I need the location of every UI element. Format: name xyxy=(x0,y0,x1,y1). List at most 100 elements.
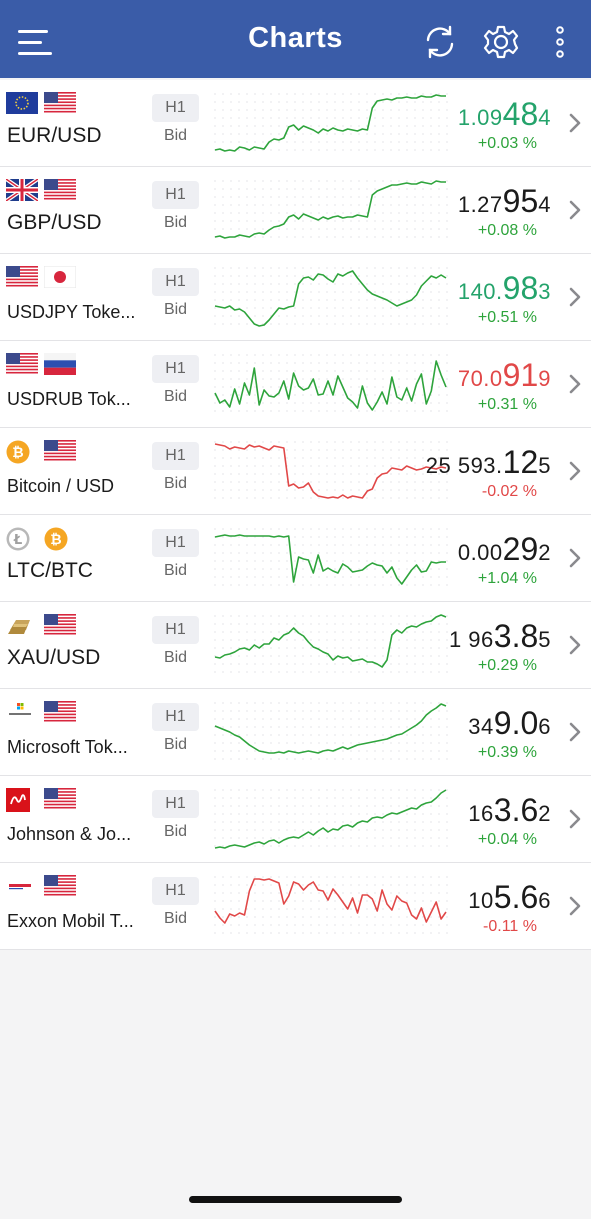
price-suffix: 5 xyxy=(538,627,551,652)
instrument-row[interactable]: Exxon Mobil T... H1 Bid 105.66 -0.11 % xyxy=(0,863,591,950)
timeframe-badge[interactable]: H1 Bid xyxy=(152,181,199,237)
svg-text:₿: ₿ xyxy=(50,532,61,548)
price-type-label: Bid xyxy=(163,736,188,753)
timeframe-badge[interactable]: H1 Bid xyxy=(152,268,199,324)
instrument-icons xyxy=(6,788,86,812)
instrument-name: GBP/USD xyxy=(7,211,102,234)
instrument-row[interactable]: XAU/USD H1 Bid 1 963.85 +0.29 % xyxy=(0,602,591,689)
timeframe-badge[interactable]: H1 Bid xyxy=(152,355,199,411)
sparkline[interactable] xyxy=(213,523,448,593)
chevron-right-icon[interactable] xyxy=(568,285,582,309)
instrument-row[interactable]: USDRUB Tok... H1 Bid 70.0919 +0.31 % xyxy=(0,341,591,428)
instrument-row[interactable]: Microsoft Tok... H1 Bid 349.06 +0.39 % xyxy=(0,689,591,776)
price-prefix: 0.00 xyxy=(457,540,503,565)
refresh-icon[interactable] xyxy=(420,22,460,62)
price-suffix: 5 xyxy=(538,453,551,478)
chevron-right-icon[interactable] xyxy=(568,459,582,483)
price-change: +0.31 % xyxy=(477,396,537,413)
price-change: +0.03 % xyxy=(477,135,537,152)
timeframe-label: H1 xyxy=(152,790,199,818)
instrument-icons xyxy=(6,701,86,725)
price-type-label: Bid xyxy=(163,475,188,492)
price-suffix: 6 xyxy=(538,888,551,913)
price-pips: 91 xyxy=(502,357,539,393)
price-pips: 3.6 xyxy=(493,792,539,828)
ru-flag-icon xyxy=(44,353,76,380)
sparkline[interactable] xyxy=(213,262,448,332)
sparkline-chart xyxy=(214,876,448,934)
instrument-row[interactable]: ₿ Bitcoin / USD H1 Bid 25 593.125 -0.02 % xyxy=(0,428,591,515)
timeframe-label: H1 xyxy=(152,703,199,731)
us-flag-icon xyxy=(44,701,76,728)
price-suffix: 4 xyxy=(538,192,551,217)
price-type-label: Bid xyxy=(163,823,188,840)
instrument-name: USDRUB Tok... xyxy=(7,389,131,409)
svg-text:Ł: Ł xyxy=(13,533,22,548)
us-flag-icon xyxy=(44,440,76,467)
price-prefix: 1.09 xyxy=(457,105,503,130)
chevron-right-icon[interactable] xyxy=(568,372,582,396)
instrument-name: Exxon Mobil T... xyxy=(7,911,134,931)
instrument-row[interactable]: Ł ₿ LTC/BTC H1 Bid 0.00292 +1.04 % xyxy=(0,515,591,602)
gold-bar-icon xyxy=(6,614,34,641)
chevron-right-icon[interactable] xyxy=(568,720,582,744)
chevron-right-icon[interactable] xyxy=(568,111,582,135)
price-value: 1.09484 xyxy=(458,96,551,133)
sparkline[interactable] xyxy=(213,175,448,245)
timeframe-badge[interactable]: H1 Bid xyxy=(152,877,199,933)
gb-flag-icon xyxy=(4,177,40,206)
sparkline[interactable] xyxy=(213,871,448,941)
timeframe-badge[interactable]: H1 Bid xyxy=(152,529,199,585)
price-change: +0.04 % xyxy=(477,831,537,848)
price-pips: 5.6 xyxy=(493,879,539,915)
price-pips: 9.0 xyxy=(493,705,539,741)
timeframe-badge[interactable]: H1 Bid xyxy=(152,442,199,498)
timeframe-label: H1 xyxy=(152,877,199,905)
gear-icon[interactable] xyxy=(481,22,521,62)
jnj-logo-icon xyxy=(6,788,30,817)
sparkline[interactable] xyxy=(213,88,448,158)
price-prefix: 70.0 xyxy=(457,366,503,391)
sparkline[interactable] xyxy=(213,349,448,419)
timeframe-label: H1 xyxy=(152,355,199,383)
timeframe-badge[interactable]: H1 Bid xyxy=(152,616,199,672)
us-flag-icon xyxy=(6,266,38,293)
timeframe-badge[interactable]: H1 Bid xyxy=(152,703,199,759)
instrument-row[interactable]: USDJPY Toke... H1 Bid 140.983 +0.51 % xyxy=(0,254,591,341)
chevron-right-icon[interactable] xyxy=(568,807,582,831)
price-change: +0.39 % xyxy=(477,744,537,761)
microsoft-logo-icon xyxy=(6,701,34,728)
instrument-name: LTC/BTC xyxy=(7,559,93,582)
home-indicator xyxy=(189,1196,402,1203)
sparkline[interactable] xyxy=(213,436,448,506)
instrument-icons xyxy=(6,92,86,116)
price-value: 1 963.85 xyxy=(449,618,551,655)
price-prefix: 1.27 xyxy=(457,192,503,217)
chevron-right-icon[interactable] xyxy=(568,198,582,222)
sparkline[interactable] xyxy=(213,610,448,680)
price-suffix: 9 xyxy=(538,366,551,391)
timeframe-badge[interactable]: H1 Bid xyxy=(152,790,199,846)
sparkline[interactable] xyxy=(213,784,448,854)
sparkline-chart xyxy=(214,789,448,849)
chevron-right-icon[interactable] xyxy=(568,546,582,570)
price-prefix: 34 xyxy=(468,714,494,739)
price-suffix: 2 xyxy=(538,801,551,826)
sparkline-chart xyxy=(214,441,448,499)
sparkline-chart xyxy=(214,354,448,412)
us-flag-icon xyxy=(44,92,76,119)
instrument-row[interactable]: GBP/USD H1 Bid 1.27954 +0.08 % xyxy=(0,167,591,254)
sparkline-chart xyxy=(214,614,448,673)
instrument-icons xyxy=(6,875,86,899)
instrument-row[interactable]: EUR/USD H1 Bid 1.09484 +0.03 % xyxy=(0,80,591,167)
chevron-right-icon[interactable] xyxy=(568,633,582,657)
more-vertical-icon[interactable] xyxy=(545,22,575,62)
sparkline[interactable] xyxy=(213,697,448,767)
price-change: +0.29 % xyxy=(477,657,537,674)
timeframe-badge[interactable]: H1 Bid xyxy=(152,94,199,150)
chevron-right-icon[interactable] xyxy=(568,894,582,918)
instrument-row[interactable]: Johnson & Jo... H1 Bid 163.62 +0.04 % xyxy=(0,776,591,863)
instrument-name: Johnson & Jo... xyxy=(7,824,132,844)
timeframe-label: H1 xyxy=(152,181,199,209)
price-suffix: 2 xyxy=(538,540,551,565)
